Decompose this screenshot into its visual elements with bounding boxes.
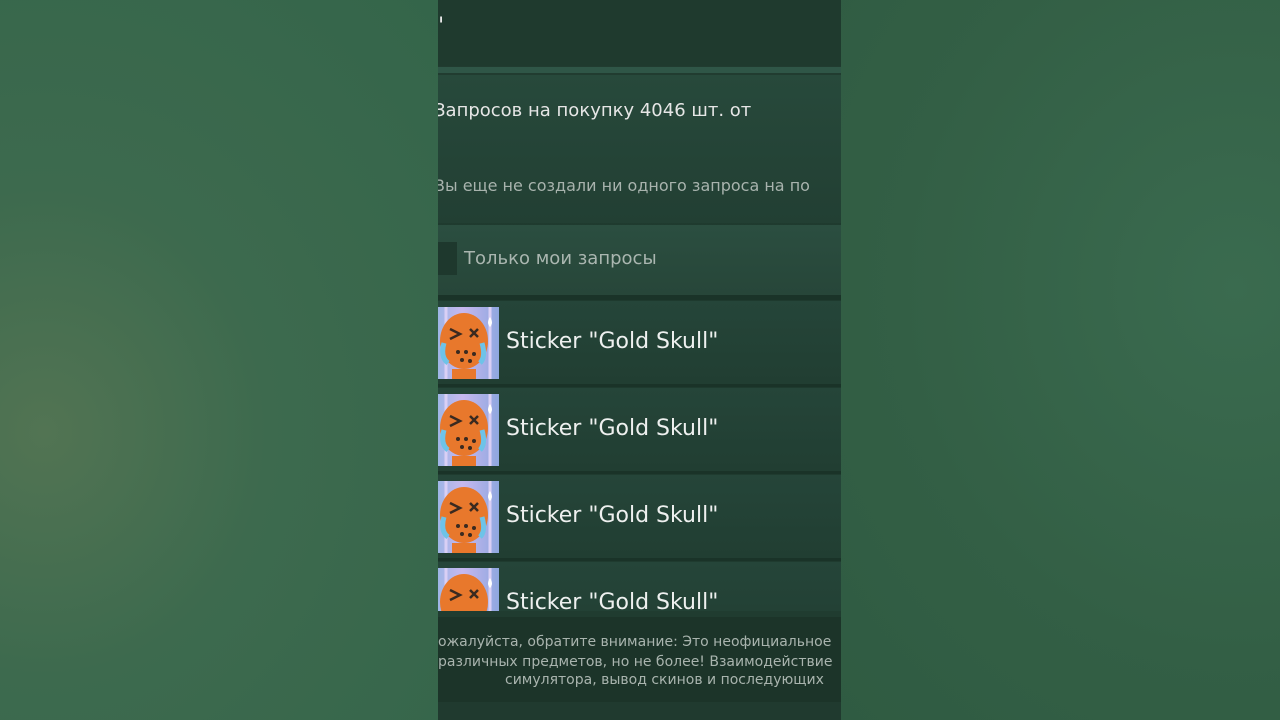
sticker-crying-face-icon bbox=[438, 568, 499, 611]
buy-requests-count: Запросов на покупку 4046 шт. от bbox=[438, 100, 752, 121]
sticker-crying-face-icon bbox=[438, 394, 499, 466]
page-title: " bbox=[438, 14, 444, 39]
list-item[interactable]: Sticker "Gold Skull" bbox=[438, 475, 841, 561]
only-my-requests-label[interactable]: Только мои запросы bbox=[464, 248, 657, 269]
header-bar: " bbox=[438, 0, 841, 66]
filter-divider bbox=[438, 295, 841, 300]
item-name: Sticker "Gold Skull" bbox=[506, 503, 719, 528]
items-list[interactable]: Sticker "Gold Skull" Sticker "Gold Skull… bbox=[438, 301, 841, 611]
item-name: Sticker "Gold Skull" bbox=[506, 416, 719, 441]
list-item[interactable]: Sticker "Gold Skull" bbox=[438, 301, 841, 387]
bottom-strip bbox=[438, 702, 841, 720]
item-name: Sticker "Gold Skull" bbox=[506, 329, 719, 354]
requests-info-panel: Запросов на покупку 4046 шт. от Вы еще н… bbox=[438, 75, 841, 223]
disclaimer-line-3: симулятора, вывод скинов и последующих bbox=[505, 672, 824, 688]
sticker-crying-face-icon bbox=[438, 481, 499, 553]
item-name: Sticker "Gold Skull" bbox=[506, 590, 719, 611]
header-divider bbox=[438, 67, 841, 73]
disclaimer-footer: ожалуйста, обратите внимание: Это неофиц… bbox=[438, 617, 841, 702]
only-my-requests-checkbox[interactable] bbox=[438, 242, 457, 275]
list-item[interactable]: Sticker "Gold Skull" bbox=[438, 388, 841, 474]
blurred-background-right bbox=[841, 0, 1280, 720]
disclaimer-line-1: ожалуйста, обратите внимание: Это неофиц… bbox=[438, 634, 832, 650]
disclaimer-line-2: различных предметов, но не более! Взаимо… bbox=[438, 654, 833, 670]
no-requests-message: Вы еще не создали ни одного запроса на п… bbox=[438, 176, 810, 195]
sticker-crying-face-icon bbox=[438, 307, 499, 379]
filter-row[interactable]: Только мои запросы bbox=[438, 225, 841, 295]
list-item[interactable]: Sticker "Gold Skull" bbox=[438, 562, 841, 611]
app-screen: " Запросов на покупку 4046 шт. от Вы еще… bbox=[438, 0, 841, 720]
blurred-background-left bbox=[0, 0, 438, 720]
